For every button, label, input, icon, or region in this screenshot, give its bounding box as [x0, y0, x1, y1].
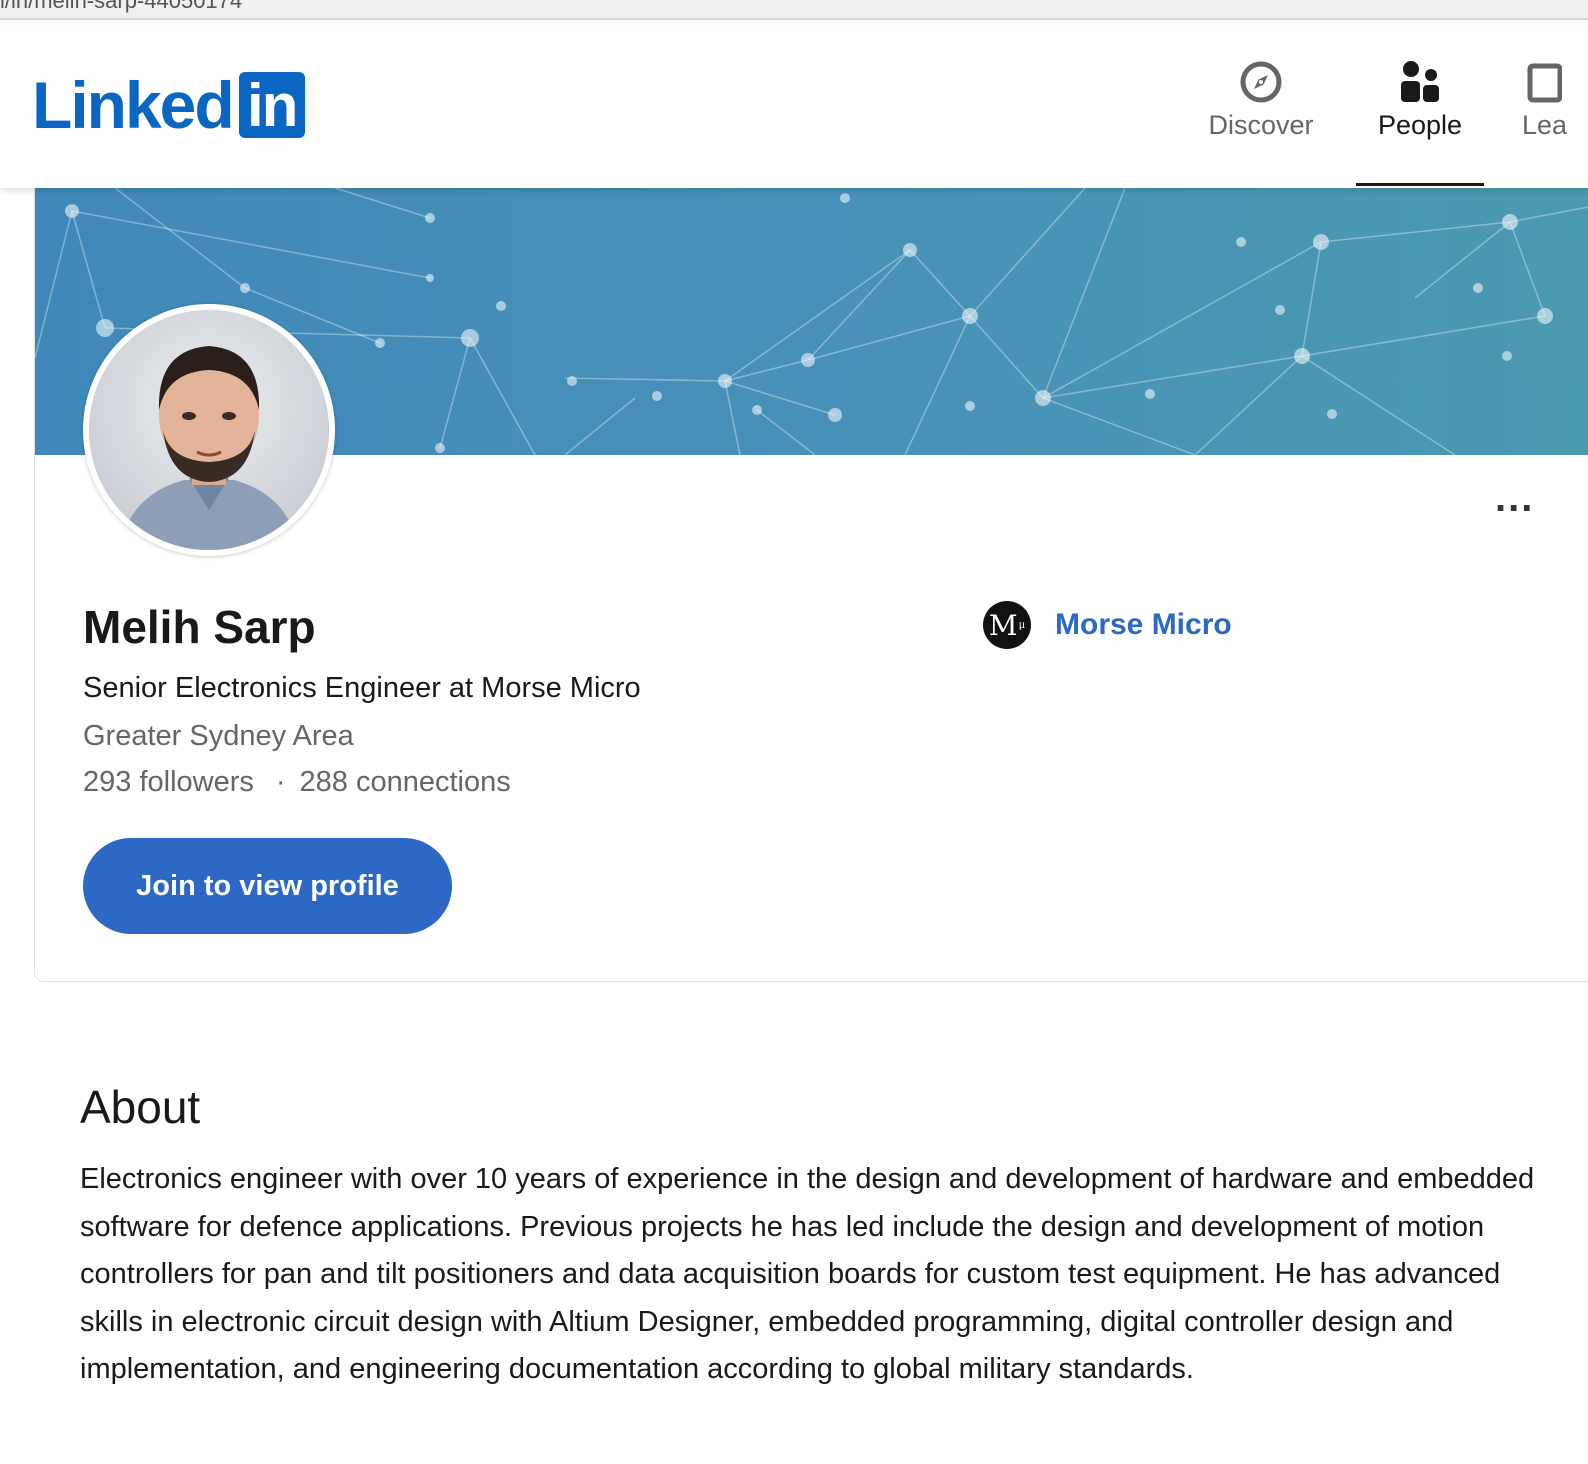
- stats-separator: ·: [275, 766, 286, 798]
- profile-avatar: [83, 304, 335, 556]
- profile-location: Greater Sydney Area: [83, 720, 354, 752]
- learning-icon: [1522, 58, 1562, 106]
- company-logo-icon: Mμ: [983, 601, 1031, 649]
- join-to-view-profile-button[interactable]: Join to view profile: [83, 838, 452, 934]
- profile-card: ... Melih Sarp Senior Electronics Engine…: [34, 188, 1588, 982]
- connections-count: 288 connections: [299, 766, 511, 798]
- company-name[interactable]: Morse Micro: [1055, 608, 1232, 642]
- profile-stats: 293 followers · 288 connections: [83, 766, 511, 799]
- logo-in-box: in: [238, 72, 305, 138]
- nav-label-learning: Lea: [1522, 110, 1568, 140]
- nav-item-learning[interactable]: Lea: [1522, 58, 1588, 158]
- profile-photo: [89, 310, 329, 550]
- url-text: i/in/melih-sarp-44050174: [0, 0, 243, 13]
- nav-label-people: People: [1377, 110, 1463, 140]
- nav-label-discover: Discover: [1208, 110, 1314, 140]
- current-company-link[interactable]: Mμ Morse Micro: [983, 600, 1232, 650]
- logo-wordmark: Linked: [32, 68, 235, 142]
- compass-icon: [1239, 58, 1283, 106]
- nav-item-discover[interactable]: Discover: [1207, 58, 1315, 158]
- company-logo-letter: M: [988, 608, 1018, 642]
- nav-item-people[interactable]: People: [1356, 58, 1484, 186]
- profile-headline: Senior Electronics Engineer at Morse Mic…: [83, 672, 641, 704]
- top-navigation: Linked in Discover People Lea: [0, 30, 1588, 188]
- more-options-button[interactable]: ...: [1495, 478, 1534, 518]
- browser-url-bar[interactable]: i/in/melih-sarp-44050174: [0, 0, 1588, 20]
- profile-name: Melih Sarp: [83, 601, 316, 653]
- followers-count: 293 followers: [83, 766, 254, 798]
- about-text: Electronics engineer with over 10 years …: [80, 1163, 1535, 1385]
- company-logo-sub: μ: [1018, 619, 1026, 631]
- linkedin-logo[interactable]: Linked in: [32, 70, 305, 140]
- about-heading: About: [80, 1081, 201, 1133]
- people-icon: [1400, 58, 1440, 106]
